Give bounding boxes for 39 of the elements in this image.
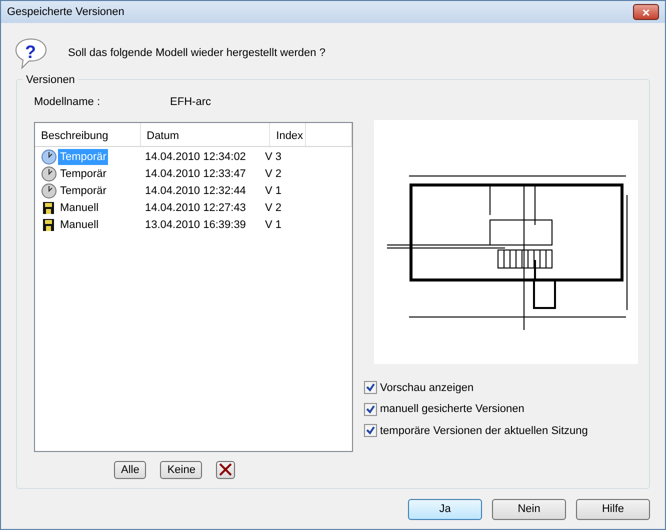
table-cell-text: V 2 bbox=[265, 200, 282, 216]
dialog-button[interactable]: Nein bbox=[492, 499, 566, 520]
table-cell-text: V 3 bbox=[265, 150, 282, 165]
table-cell-text: 14.04.2010 12:34:02 bbox=[144, 150, 247, 165]
table-cell[interactable]: Temporär bbox=[58, 166, 108, 182]
column-header[interactable]: Datum bbox=[140, 122, 270, 146]
dialog-button[interactable]: Hilfe bbox=[576, 499, 650, 520]
clock-icon bbox=[41, 166, 57, 182]
table-cell-text: 14.04.2010 12:33:47 bbox=[144, 166, 247, 182]
table-cell[interactable]: Manuell bbox=[58, 216, 101, 234]
table-cell[interactable]: Manuell bbox=[58, 200, 101, 216]
model-label: Modellname : bbox=[34, 95, 100, 110]
question-text: Soll das folgende Modell wieder hergestellt werden ? bbox=[68, 46, 326, 61]
checkbox-label: Vorschau anzeigen bbox=[380, 380, 474, 396]
checkbox-label: temporäre Versionen der aktuellen Sitzung bbox=[380, 424, 588, 438]
table-cell-text: 14.04.2010 12:32:44 bbox=[144, 184, 247, 199]
checkbox[interactable] bbox=[364, 402, 377, 416]
table-cell-text: V 1 bbox=[265, 184, 282, 199]
checkbox[interactable] bbox=[364, 381, 377, 394]
versions-list[interactable]: Beschreibung Datum Index Temporär 14.04.2010 12:34:02 V 3 Temporär 14.04.2010 12:33:47 V 2 Temporär 14.04.2010 12:32:44 V 1 Manuell 14.04.2010 12:27:43 V 2 Manuell 13.04.2010 16:39:39 V 1 bbox=[34, 122, 353, 452]
checkbox[interactable] bbox=[364, 424, 377, 438]
table-cell-text: 13.04.2010 16:39:39 bbox=[144, 218, 247, 233]
table-cell-text: V 1 bbox=[265, 218, 282, 233]
window-title: Gespeicherte Versionen bbox=[7, 4, 124, 20]
delete-button[interactable] bbox=[216, 460, 236, 478]
checkbox-label: manuell gesicherte Versionen bbox=[380, 402, 524, 417]
model-value: EFH-arc bbox=[170, 95, 211, 110]
dialog-button[interactable]: Ja bbox=[408, 499, 482, 520]
column-header[interactable]: Index bbox=[270, 122, 306, 146]
question-icon: ? bbox=[14, 37, 48, 69]
table-cell-text: 14.04.2010 12:27:43 bbox=[144, 200, 247, 216]
select-button[interactable]: Keine bbox=[160, 460, 202, 478]
table-cell-text: V 2 bbox=[265, 166, 282, 182]
select-button[interactable]: Alle bbox=[114, 460, 146, 478]
column-header[interactable]: Beschreibung bbox=[35, 122, 141, 146]
clock-icon bbox=[41, 183, 57, 199]
table-cell[interactable]: Temporär bbox=[58, 182, 108, 200]
clock-icon bbox=[41, 149, 57, 165]
delete-icon bbox=[219, 463, 232, 476]
